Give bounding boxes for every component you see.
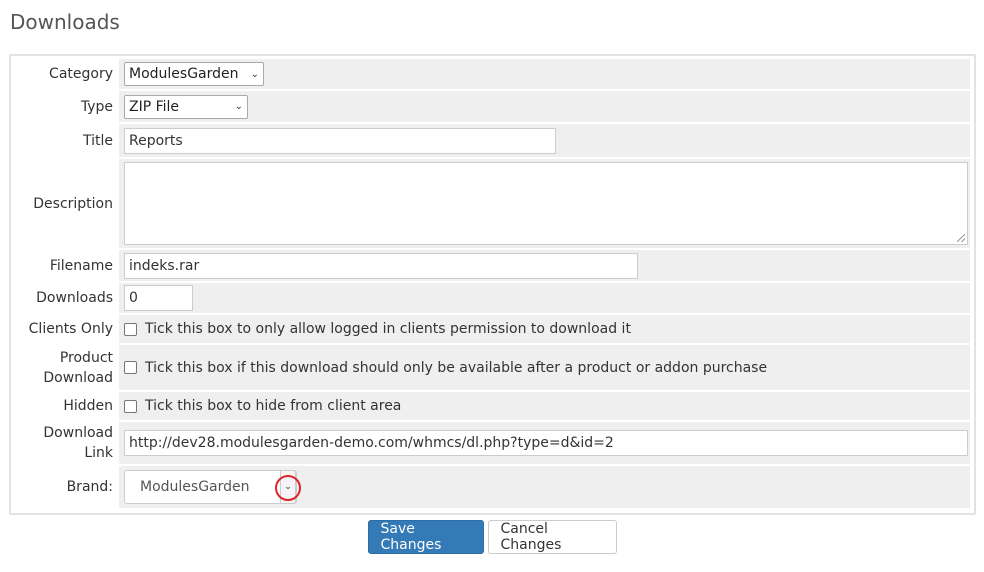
brand-select-value: ModulesGarden (140, 479, 250, 495)
form-table: Category ModulesGarden ⌄ Type ZIP File ⌄… (15, 57, 970, 510)
form-actions: Save Changes Cancel Changes (0, 520, 984, 554)
product-download-checkbox[interactable] (124, 361, 137, 374)
row-downloads: Downloads 0 (15, 283, 970, 313)
highlight-circle (275, 475, 301, 501)
downloads-label: Downloads (15, 283, 119, 313)
row-category: Category ModulesGarden ⌄ (15, 59, 970, 89)
hidden-text: Tick this box to hide from client area (145, 398, 402, 414)
row-brand: Brand: ModulesGarden ⌄ (15, 466, 970, 508)
chevron-down-icon: ⌄ (234, 101, 243, 112)
title-input[interactable]: Reports (124, 127, 556, 154)
type-select[interactable]: ZIP File ⌄ (124, 94, 248, 119)
title-label: Title (15, 124, 119, 157)
brand-select[interactable]: ModulesGarden ⌄ (124, 470, 301, 504)
row-description: Description (15, 159, 970, 248)
row-filename: Filename indeks.rar (15, 250, 970, 281)
cancel-changes-button[interactable]: Cancel Changes (487, 520, 617, 554)
hidden-checkbox[interactable] (124, 399, 137, 413)
description-label: Description (15, 159, 119, 248)
product-download-text: Tick this box if this download should on… (145, 359, 768, 376)
category-select[interactable]: ModulesGarden ⌄ (124, 62, 264, 86)
type-select-value: ZIP File (129, 98, 180, 115)
row-product-download: Product Download Tick this box if this d… (15, 345, 970, 390)
row-download-link: Download Link http://dev28.modulesgarden… (15, 422, 970, 464)
product-download-label-line2: Download (43, 369, 113, 386)
row-type: Type ZIP File ⌄ (15, 91, 970, 122)
row-title: Title Reports (15, 124, 970, 157)
save-changes-button[interactable]: Save Changes (367, 520, 484, 554)
hidden-label: Hidden (15, 392, 119, 420)
type-label: Type (15, 91, 119, 122)
clients-only-label: Clients Only (15, 315, 119, 343)
download-link-label-line1: Download (43, 425, 113, 441)
downloads-input[interactable]: 0 (124, 285, 193, 311)
description-textarea[interactable] (124, 162, 968, 245)
product-download-label: Product Download (15, 345, 119, 390)
download-link-label: Download Link (15, 422, 119, 464)
brand-label: Brand: (15, 466, 119, 508)
resize-grip-icon[interactable] (957, 234, 965, 242)
product-download-label-line1: Product (59, 349, 113, 366)
download-link-input[interactable]: http://dev28.modulesgarden-demo.com/whmc… (124, 430, 968, 456)
clients-only-text: Tick this box to only allow logged in cl… (145, 321, 631, 337)
category-select-value: ModulesGarden (129, 66, 239, 82)
download-form: Category ModulesGarden ⌄ Type ZIP File ⌄… (9, 54, 976, 515)
row-clients-only: Clients Only Tick this box to only allow… (15, 315, 970, 343)
filename-label: Filename (15, 250, 119, 281)
row-hidden: Hidden Tick this box to hide from client… (15, 392, 970, 420)
category-label: Category (15, 59, 119, 89)
page-title: Downloads (10, 10, 120, 34)
download-link-label-line2: Link (84, 445, 113, 461)
brand-dropdown-button[interactable]: ⌄ (275, 470, 301, 504)
clients-only-checkbox[interactable] (124, 322, 137, 336)
filename-input[interactable]: indeks.rar (124, 252, 638, 279)
chevron-down-icon: ⌄ (250, 68, 259, 80)
